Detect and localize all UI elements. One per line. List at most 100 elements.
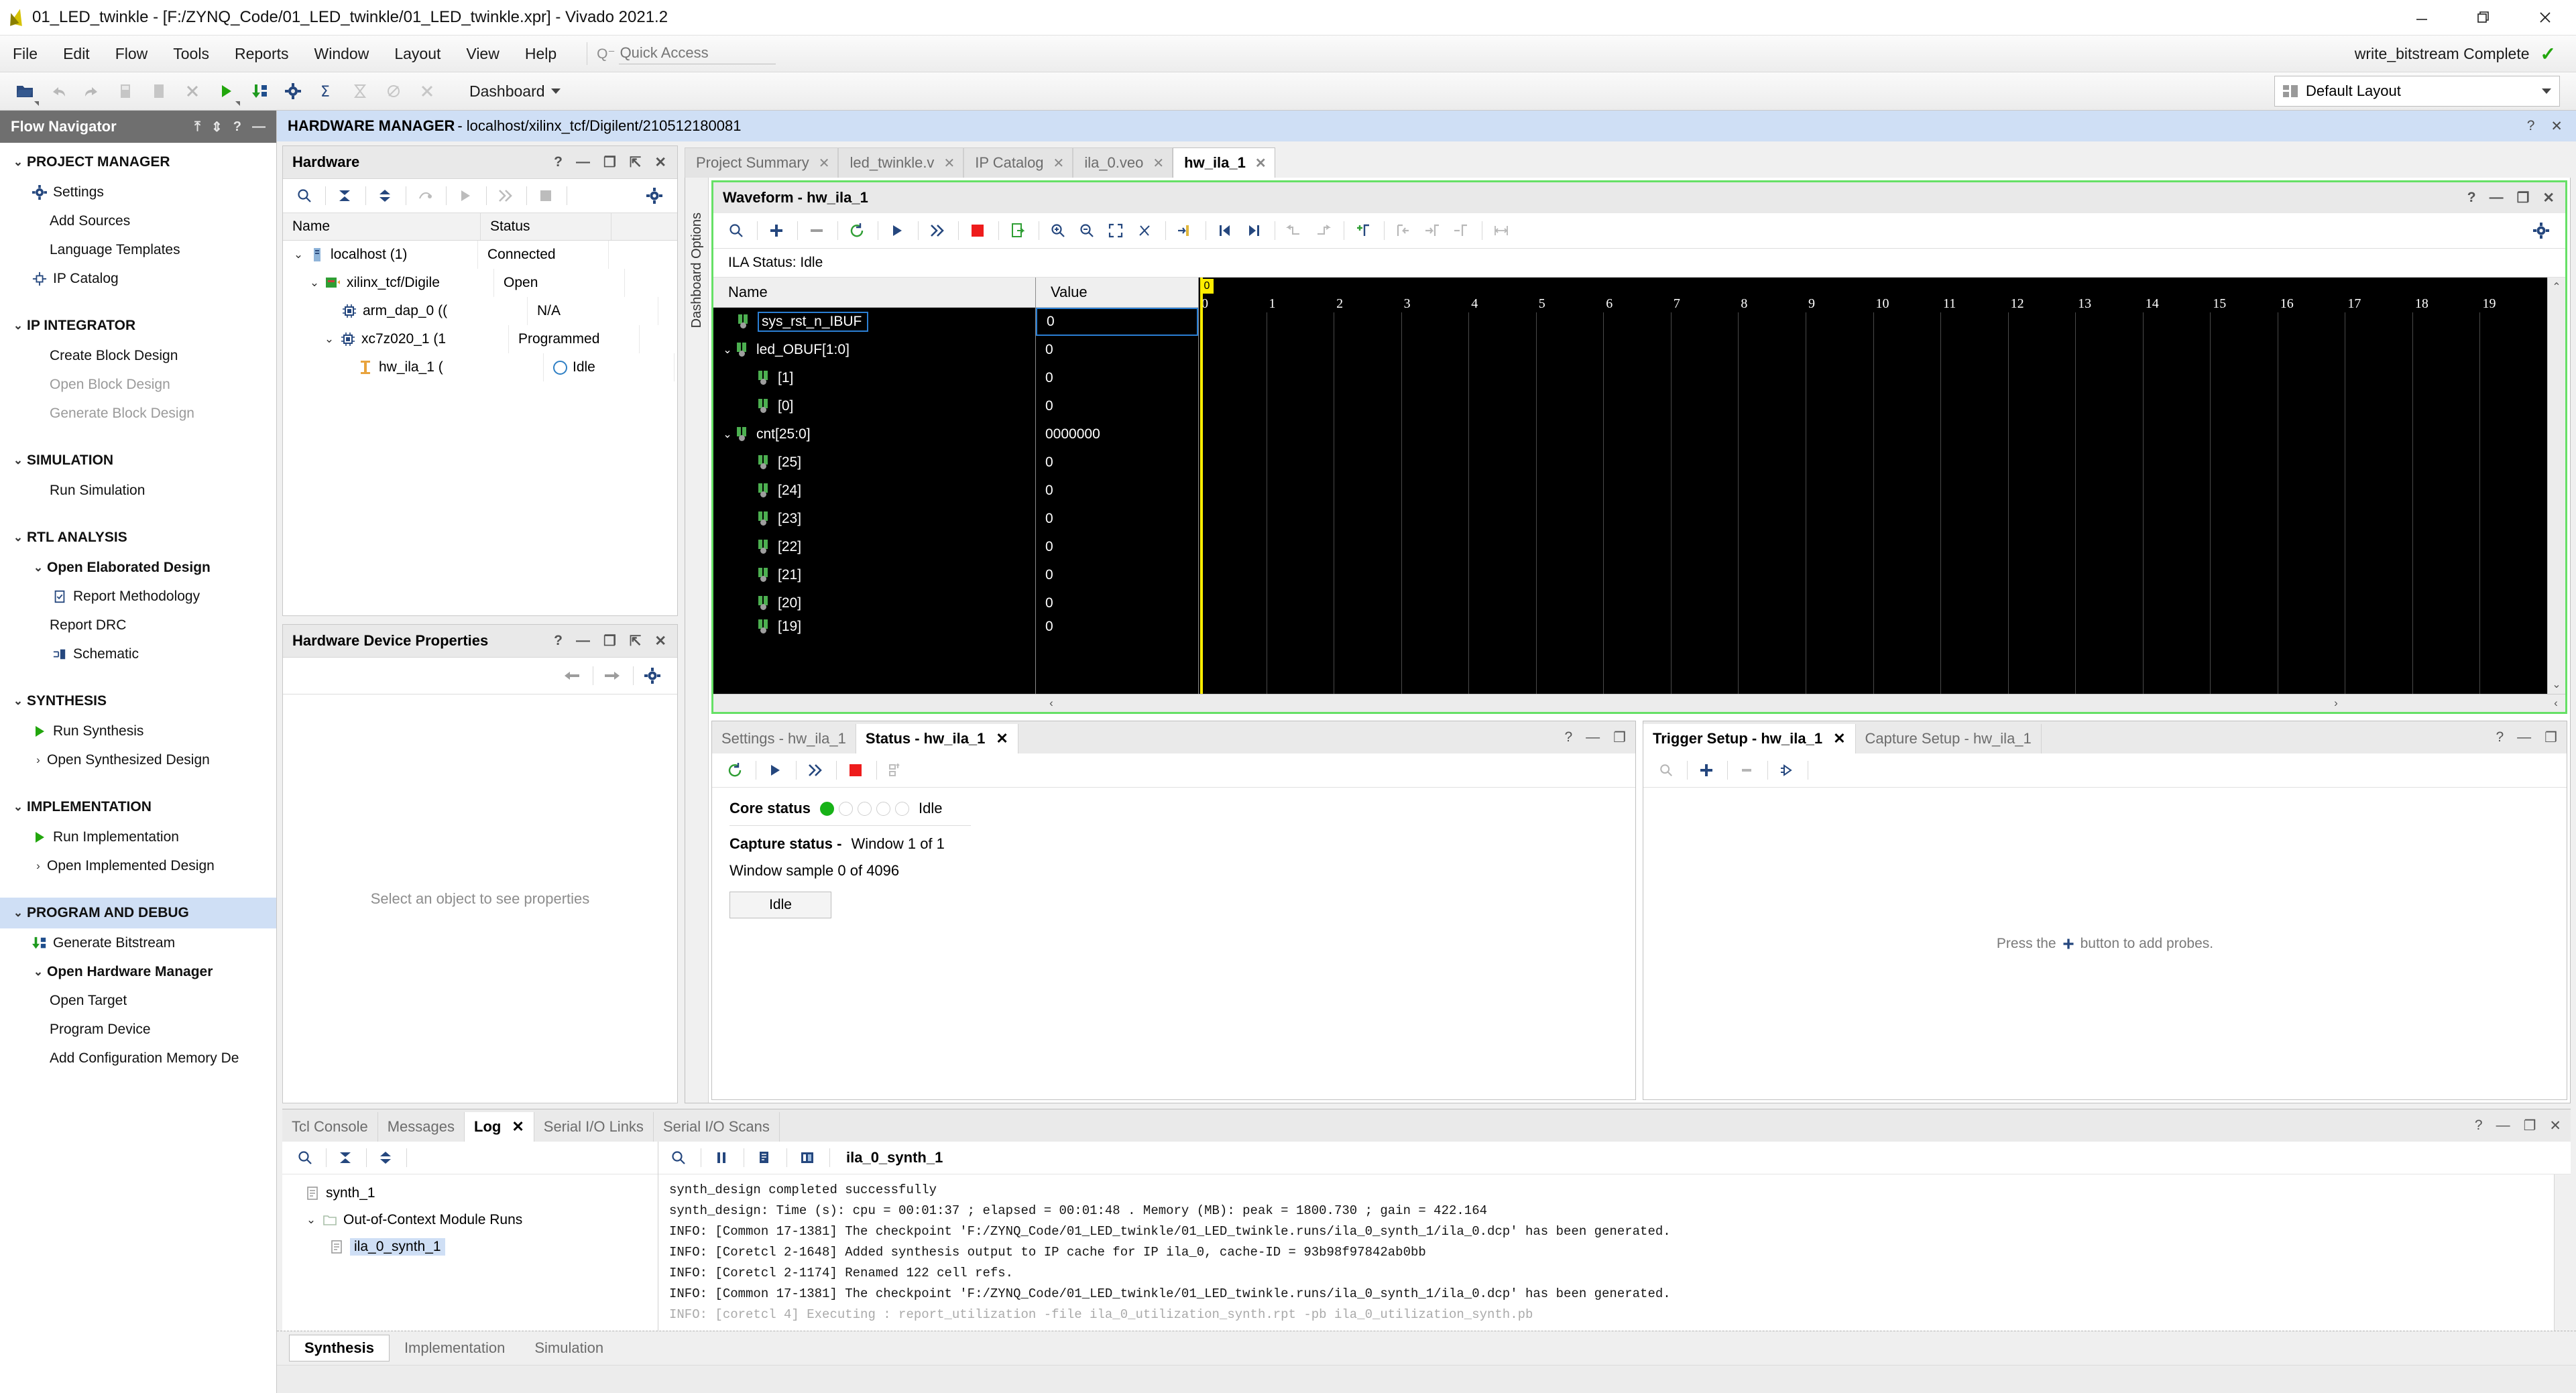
scroll-up-icon[interactable]: ⌃ [2552, 280, 2561, 294]
sidebar-item-open-hardware-manager[interactable]: ⌄ Open Hardware Manager [0, 957, 276, 986]
add-icon[interactable] [1693, 757, 1720, 784]
remove-marker-icon[interactable] [1448, 217, 1474, 244]
sidebar-item-ip-catalog[interactable]: IP Catalog [0, 264, 276, 293]
list-item[interactable]: [25] [713, 448, 1035, 477]
next-transition-icon[interactable] [1309, 217, 1336, 244]
sidebar-item-program-device[interactable]: Program Device [0, 1015, 276, 1044]
zoom-no-icon[interactable] [1131, 217, 1158, 244]
waveform-horizontal-scrollbar[interactable]: ‹ › ‹ [713, 694, 2565, 712]
power-icon[interactable] [378, 76, 409, 107]
list-item[interactable]: [23] [713, 505, 1035, 533]
prev-marker-icon[interactable] [1212, 217, 1238, 244]
arm-icon[interactable] [882, 757, 909, 784]
close-icon[interactable]: ✕ [1833, 730, 1845, 747]
menu-edit[interactable]: Edit [50, 36, 103, 72]
settings-gear-icon[interactable] [278, 76, 308, 107]
menu-help[interactable]: Help [512, 36, 569, 72]
tab-log[interactable]: Log ✕ [465, 1112, 534, 1142]
sidebar-item-open-implemented-design[interactable]: › Open Implemented Design [0, 851, 276, 880]
list-item[interactable]: [19] [713, 617, 1035, 636]
help-icon[interactable]: ? [2496, 729, 2504, 746]
list-item[interactable]: ⌄ led_OBUF[1:0] [713, 336, 1035, 364]
search-icon[interactable] [723, 217, 750, 244]
list-item[interactable]: ⌄ cnt[25:0] [713, 420, 1035, 448]
settings-gear-icon[interactable] [2528, 217, 2555, 244]
forward-arrow-icon[interactable] [599, 662, 626, 689]
minimize-icon[interactable]: — [1586, 729, 1600, 746]
sidebar-group-ip-integrator[interactable]: ⌄ IP INTEGRATOR [0, 310, 276, 341]
waveform-ruler[interactable]: 0 1 2 3 4 5 6 7 8 9 10 11 12 13 14 15 16 17 18 19 [1199, 278, 2547, 318]
sidebar-item-open-target[interactable]: Open Target [0, 986, 276, 1015]
next-marker-icon[interactable] [1240, 217, 1267, 244]
sidebar-item-language-templates[interactable]: Language Templates [0, 235, 276, 264]
refresh-icon[interactable] [721, 757, 748, 784]
run-icon[interactable] [211, 76, 241, 107]
minimize-button[interactable] [2391, 0, 2453, 35]
tab-synthesis[interactable]: Synthesis [289, 1335, 390, 1361]
generate-bitstream-icon[interactable] [244, 76, 275, 107]
tab-messages[interactable]: Messages [378, 1112, 465, 1142]
sidebar-group-simulation[interactable]: ⌄ SIMULATION [0, 445, 276, 476]
scroll-left-icon[interactable]: ‹ [1042, 696, 1061, 710]
float-icon[interactable]: ⇱ [630, 154, 642, 171]
undo-icon[interactable] [43, 76, 74, 107]
sidebar-item-open-synthesized-design[interactable]: › Open Synthesized Design [0, 745, 276, 774]
menu-tools[interactable]: Tools [160, 36, 222, 72]
scroll-down-icon[interactable]: ⌄ [2552, 678, 2561, 691]
collapse-all-icon[interactable]: ⤒ [194, 119, 200, 135]
close-x-icon[interactable] [177, 76, 208, 107]
copy-icon[interactable] [751, 1144, 778, 1171]
log-scrollbar[interactable] [2554, 1174, 2571, 1331]
close-icon[interactable]: ✕ [1255, 155, 1267, 172]
close-icon[interactable]: ✕ [654, 633, 666, 650]
menu-file[interactable]: File [0, 36, 50, 72]
sigma-icon[interactable]: Σ [311, 76, 342, 107]
sidebar-item-report-drc[interactable]: Report DRC [0, 611, 276, 640]
sidebar-item-open-elaborated-design[interactable]: ⌄ Open Elaborated Design [0, 553, 276, 582]
tab-status-hw-ila-1[interactable]: Status - hw_ila_1 ✕ [856, 724, 1018, 753]
help-icon[interactable]: ? [233, 119, 241, 135]
collapse-all-icon[interactable] [331, 182, 358, 209]
minimize-icon[interactable]: — [2496, 1117, 2510, 1134]
minimize-icon[interactable]: — [2517, 729, 2531, 746]
drc-icon[interactable] [412, 76, 443, 107]
maximize-icon[interactable]: ❐ [2544, 729, 2557, 746]
save-icon[interactable] [110, 76, 141, 107]
menu-window[interactable]: Window [302, 36, 382, 72]
sidebar-item-add-sources[interactable]: Add Sources [0, 206, 276, 235]
menu-reports[interactable]: Reports [222, 36, 302, 72]
close-icon[interactable]: ✕ [943, 155, 955, 172]
sidebar-item-generate-bitstream[interactable]: Generate Bitstream [0, 928, 276, 957]
tab-led-twinkle-v[interactable]: led_twinkle.v ✕ [838, 147, 964, 178]
run-trigger-icon[interactable] [884, 217, 911, 244]
timing-icon[interactable] [345, 76, 375, 107]
tab-project-summary[interactable]: Project Summary ✕ [685, 147, 839, 178]
zoom-in-icon[interactable] [1045, 217, 1071, 244]
columns-icon[interactable] [794, 1144, 821, 1171]
pause-icon[interactable] [708, 1144, 735, 1171]
open-project-icon[interactable] [9, 76, 40, 107]
probe-icon[interactable] [1773, 757, 1800, 784]
sidebar-item-run-synthesis[interactable]: Run Synthesis [0, 717, 276, 745]
sidebar-group-program-and-debug[interactable]: ⌄ PROGRAM AND DEBUG [0, 898, 276, 928]
tab-tcl-console[interactable]: Tcl Console [282, 1112, 378, 1142]
tab-implementation[interactable]: Implementation [390, 1335, 520, 1361]
measure-icon[interactable] [1488, 217, 1515, 244]
sidebar-item-report-methodology[interactable]: Report Methodology [0, 582, 276, 611]
sidebar-item-run-simulation[interactable]: Run Simulation [0, 476, 276, 505]
close-icon[interactable]: ✕ [2551, 118, 2563, 135]
settings-gear-icon[interactable] [639, 662, 666, 689]
table-row[interactable]: ⌄ localhost (1) Connected [283, 241, 677, 269]
close-icon[interactable]: ✕ [819, 155, 830, 172]
chevron-down-icon[interactable]: ⌄ [306, 276, 323, 290]
table-row[interactable]: ⌄ xc7z020_1 (1 Programmed [283, 325, 677, 353]
list-item[interactable]: [1] [713, 364, 1035, 392]
list-item[interactable]: [20] [713, 589, 1035, 617]
close-icon[interactable]: ✕ [2542, 190, 2555, 206]
sidebar-item-settings[interactable]: Settings [0, 178, 276, 206]
tab-simulation[interactable]: Simulation [520, 1335, 618, 1361]
search-icon[interactable] [1653, 757, 1680, 784]
table-row[interactable]: hw_ila_1 ( Idle [283, 353, 677, 381]
tab-trigger-setup[interactable]: Trigger Setup - hw_ila_1 ✕ [1643, 724, 1856, 753]
minimize-icon[interactable]: — [576, 633, 590, 649]
